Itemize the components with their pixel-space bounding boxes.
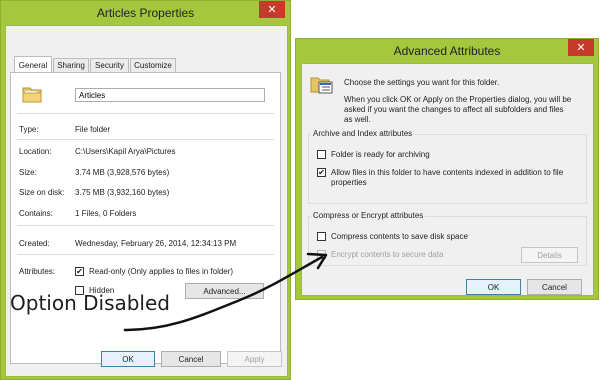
- annotation-label: Option Disabled: [10, 291, 170, 315]
- annotation-arrow: [123, 252, 328, 332]
